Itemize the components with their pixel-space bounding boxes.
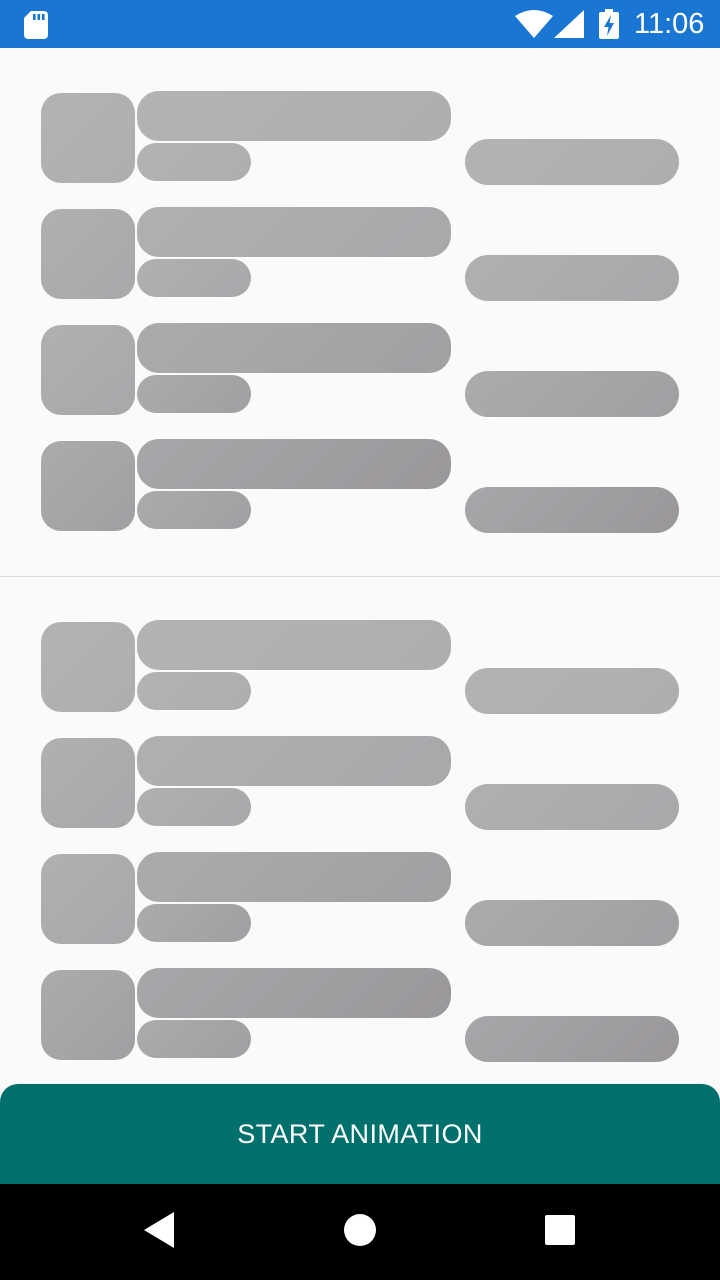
list-item <box>0 280 720 417</box>
list-item <box>0 48 720 185</box>
avatar-placeholder <box>41 970 135 1060</box>
navigation-bar <box>0 1184 720 1280</box>
avatar-placeholder <box>41 441 135 531</box>
title-placeholder <box>137 852 451 902</box>
battery-charging-icon <box>599 9 619 44</box>
status-bar: 11:06 <box>0 0 720 48</box>
list-item <box>0 396 720 533</box>
title-placeholder <box>137 207 451 257</box>
subtitle-placeholder <box>137 1020 251 1058</box>
recents-button[interactable] <box>512 1184 608 1280</box>
title-placeholder <box>137 323 451 373</box>
list-item <box>0 164 720 301</box>
title-placeholder <box>137 439 451 489</box>
wifi-icon <box>515 10 553 43</box>
title-placeholder <box>137 620 451 670</box>
cell-signal-icon <box>554 10 584 43</box>
value-placeholder <box>465 487 679 533</box>
title-placeholder <box>137 968 451 1018</box>
content-area <box>0 48 720 1184</box>
back-button[interactable] <box>112 1184 208 1280</box>
title-placeholder <box>137 91 451 141</box>
list-item <box>0 809 720 946</box>
title-placeholder <box>137 736 451 786</box>
back-icon <box>144 1211 176 1253</box>
recents-icon <box>545 1214 575 1250</box>
start-animation-button[interactable]: START ANIMATION <box>0 1084 720 1184</box>
list-item <box>0 693 720 830</box>
home-button[interactable] <box>312 1184 408 1280</box>
list-item <box>0 925 720 1062</box>
sd-card-icon <box>24 11 48 44</box>
subtitle-placeholder <box>137 491 251 529</box>
list-item <box>0 577 720 714</box>
status-time: 11:06 <box>634 8 705 40</box>
home-icon <box>343 1213 377 1252</box>
value-placeholder <box>465 1016 679 1062</box>
